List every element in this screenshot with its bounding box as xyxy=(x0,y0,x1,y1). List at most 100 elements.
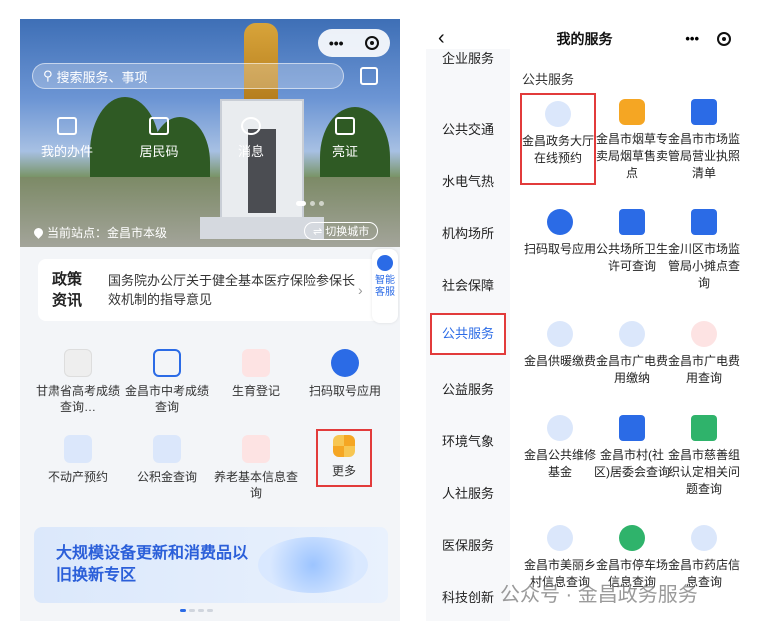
sidebar-item-public-services[interactable]: 公共服务 xyxy=(430,313,506,355)
mini-program-capsule[interactable]: ••• xyxy=(685,31,731,46)
smart-support-button[interactable]: 智能客服 xyxy=(372,249,398,323)
service-community-query[interactable]: 金昌市村(社区)居委会查询 xyxy=(594,415,670,481)
service-hygiene-permit[interactable]: 公共场所卫生许可查询 xyxy=(594,209,670,275)
swap-icon: ⇌ xyxy=(313,225,326,238)
more-dots-icon[interactable]: ••• xyxy=(329,35,344,51)
station-label: 当前站点：金昌市本级 xyxy=(47,226,168,240)
service-label: 金昌市慈善组织认定相关问题查询 xyxy=(667,448,740,496)
license-icon xyxy=(691,99,717,125)
switch-city-label: 切换城市 xyxy=(325,226,370,238)
quick-my-cases[interactable]: 我的办件 xyxy=(32,117,102,160)
document-icon xyxy=(57,117,77,135)
vendor-icon xyxy=(691,209,717,235)
promo-banner[interactable]: 大规模设备更新和消费品以旧换新专区 xyxy=(34,527,388,603)
service-label: 金昌市中考成绩查询 xyxy=(124,384,209,414)
service-hall-appointment[interactable]: 金昌政务大厅在线预约 xyxy=(520,93,596,185)
service-pension-query[interactable]: 养老基本信息查询 xyxy=(212,435,300,501)
service-heating-payment[interactable]: 金昌供暖缴费 xyxy=(522,321,598,370)
sidebar-item-utilities[interactable]: 水电气热 xyxy=(426,171,510,190)
service-tobacco-points[interactable]: 金昌市烟草专卖局烟草售卖点 xyxy=(594,99,670,182)
robot-icon xyxy=(377,255,393,271)
service-label: 金昌市村(社区)居委会查询 xyxy=(594,448,670,479)
id-card-icon xyxy=(335,117,355,135)
service-charity-query[interactable]: 金昌市慈善组织认定相关问题查询 xyxy=(666,415,742,498)
service-label: 金川区市场监管局小摊点查询 xyxy=(667,242,740,290)
screenshot-root: ••• ⚲ 搜索服务、事项 我的办件 居民码 消息 亮证 当前站点：金昌市本级 … xyxy=(0,0,773,621)
birth-icon xyxy=(242,349,270,377)
support-label: 智能客服 xyxy=(375,275,395,298)
my-services-screen: ‹ 我的服务 ••• 企业服务 公共交通 水电气热 机构场所 社会保障 公共服务… xyxy=(426,19,743,621)
mini-program-capsule[interactable]: ••• xyxy=(318,29,390,57)
sidebar-item-transport[interactable]: 公共交通 xyxy=(426,119,510,138)
current-station: 当前站点：金昌市本级 xyxy=(32,224,168,241)
service-label: 扫码取号应用 xyxy=(308,384,381,398)
search-input[interactable]: ⚲ 搜索服务、事项 xyxy=(32,63,344,89)
quick-show-license[interactable]: 亮证 xyxy=(310,117,380,160)
service-label: 扫码取号应用 xyxy=(523,242,596,256)
service-grid: 甘肃省高考成绩查询… 金昌市中考成绩查询 生育登记 扫码取号应用 不动产预约 公… xyxy=(34,349,388,509)
service-broadcast-query[interactable]: 金昌市广电费用查询 xyxy=(666,321,742,387)
service-zhongkao-query[interactable]: 金昌市中考成绩查询 xyxy=(123,349,211,415)
service-housing-fund[interactable]: 公积金查询 xyxy=(123,435,211,485)
appointment-icon xyxy=(545,101,571,127)
quick-label: 消息 xyxy=(237,144,264,159)
hero-banner[interactable]: ••• ⚲ 搜索服务、事项 我的办件 居民码 消息 亮证 当前站点：金昌市本级 … xyxy=(20,19,400,247)
service-label: 公积金查询 xyxy=(136,470,197,484)
tv-icon xyxy=(691,321,717,347)
section-title: 公共服务 xyxy=(522,72,575,87)
quick-resident-code[interactable]: 居民码 xyxy=(124,117,194,160)
services-content: 公共服务 金昌政务大厅在线预约 金昌市烟草专卖局烟草售卖点 金昌市市场监管局营业… xyxy=(510,59,743,621)
service-label: 金昌市广电费用查询 xyxy=(667,354,740,385)
service-vendor-query[interactable]: 金川区市场监管局小摊点查询 xyxy=(666,209,742,292)
service-scan-queue[interactable]: 扫码取号应用 xyxy=(301,349,389,399)
qr-code-icon xyxy=(149,117,169,135)
switch-city-button[interactable]: ⇌ 切换城市 xyxy=(304,222,379,240)
service-maintenance-fund[interactable]: 金昌公共维修基金 xyxy=(522,415,598,481)
grid-apps-icon xyxy=(333,435,355,457)
service-label: 养老基本信息查询 xyxy=(213,470,298,500)
service-label: 更多 xyxy=(331,464,356,478)
service-label: 金昌市烟草专卖局烟草售卖点 xyxy=(595,132,668,180)
news-headline[interactable]: 国务院办公厅关于健全基本医疗保险参保长效机制的指导意见 xyxy=(94,271,358,309)
service-label: 金昌市广电费用缴纳 xyxy=(595,354,668,385)
scan-icon[interactable] xyxy=(360,67,378,85)
banner-illustration xyxy=(258,537,368,593)
queue-ticket-icon xyxy=(547,209,573,235)
service-label: 甘肃省高考成绩查询… xyxy=(35,384,120,414)
service-scan-queue[interactable]: 扫码取号应用 xyxy=(522,209,598,258)
service-broadcast-payment[interactable]: 金昌市广电费用缴纳 xyxy=(594,321,670,387)
service-real-estate[interactable]: 不动产预约 xyxy=(34,435,122,485)
pharmacy-icon xyxy=(691,525,717,551)
sidebar-item-institutions[interactable]: 机构场所 xyxy=(426,223,510,242)
sidebar-item-hr-social[interactable]: 人社服务 xyxy=(426,483,510,502)
community-icon xyxy=(619,415,645,441)
heating-icon xyxy=(547,321,573,347)
back-icon[interactable]: ‹ xyxy=(438,27,445,50)
quick-label: 居民码 xyxy=(139,144,179,159)
sidebar-item-medical-insurance[interactable]: 医保服务 xyxy=(426,535,510,554)
elder-icon xyxy=(242,435,270,463)
close-circle-icon[interactable] xyxy=(717,31,731,46)
close-circle-icon[interactable] xyxy=(365,36,380,50)
service-more[interactable]: 更多 xyxy=(316,429,372,487)
service-birth-registration[interactable]: 生育登记 xyxy=(212,349,300,399)
sidebar-item-public-welfare[interactable]: 公益服务 xyxy=(426,379,510,398)
service-gaokao-query[interactable]: 甘肃省高考成绩查询… xyxy=(34,349,122,415)
sidebar-item-environment[interactable]: 环境气象 xyxy=(426,431,510,450)
search-document-icon xyxy=(153,349,181,377)
service-business-license[interactable]: 金昌市市场监管局营业执照清单 xyxy=(666,99,742,182)
sidebar-item-enterprise[interactable]: 企业服务 xyxy=(426,49,510,69)
service-label: 公共场所卫生许可查询 xyxy=(595,242,668,273)
house-icon xyxy=(153,435,181,463)
tobacco-icon xyxy=(619,99,645,125)
tv-icon xyxy=(619,321,645,347)
quick-messages[interactable]: 消息 xyxy=(216,117,286,160)
more-dots-icon[interactable]: ••• xyxy=(685,31,699,46)
service-label: 金昌政务大厅在线预约 xyxy=(522,134,595,165)
sidebar-item-social-security[interactable]: 社会保障 xyxy=(426,275,510,294)
news-tag: 政策资讯 xyxy=(52,271,83,309)
sidebar-item-tech-innovation[interactable]: 科技创新 xyxy=(426,587,510,606)
home-screen: ••• ⚲ 搜索服务、事项 我的办件 居民码 消息 亮证 当前站点：金昌市本级 … xyxy=(20,19,400,621)
banner-indicator xyxy=(180,609,213,612)
policy-news-card[interactable]: 政策资讯 国务院办公厅关于健全基本医疗保险参保长效机制的指导意见 › xyxy=(38,259,382,321)
